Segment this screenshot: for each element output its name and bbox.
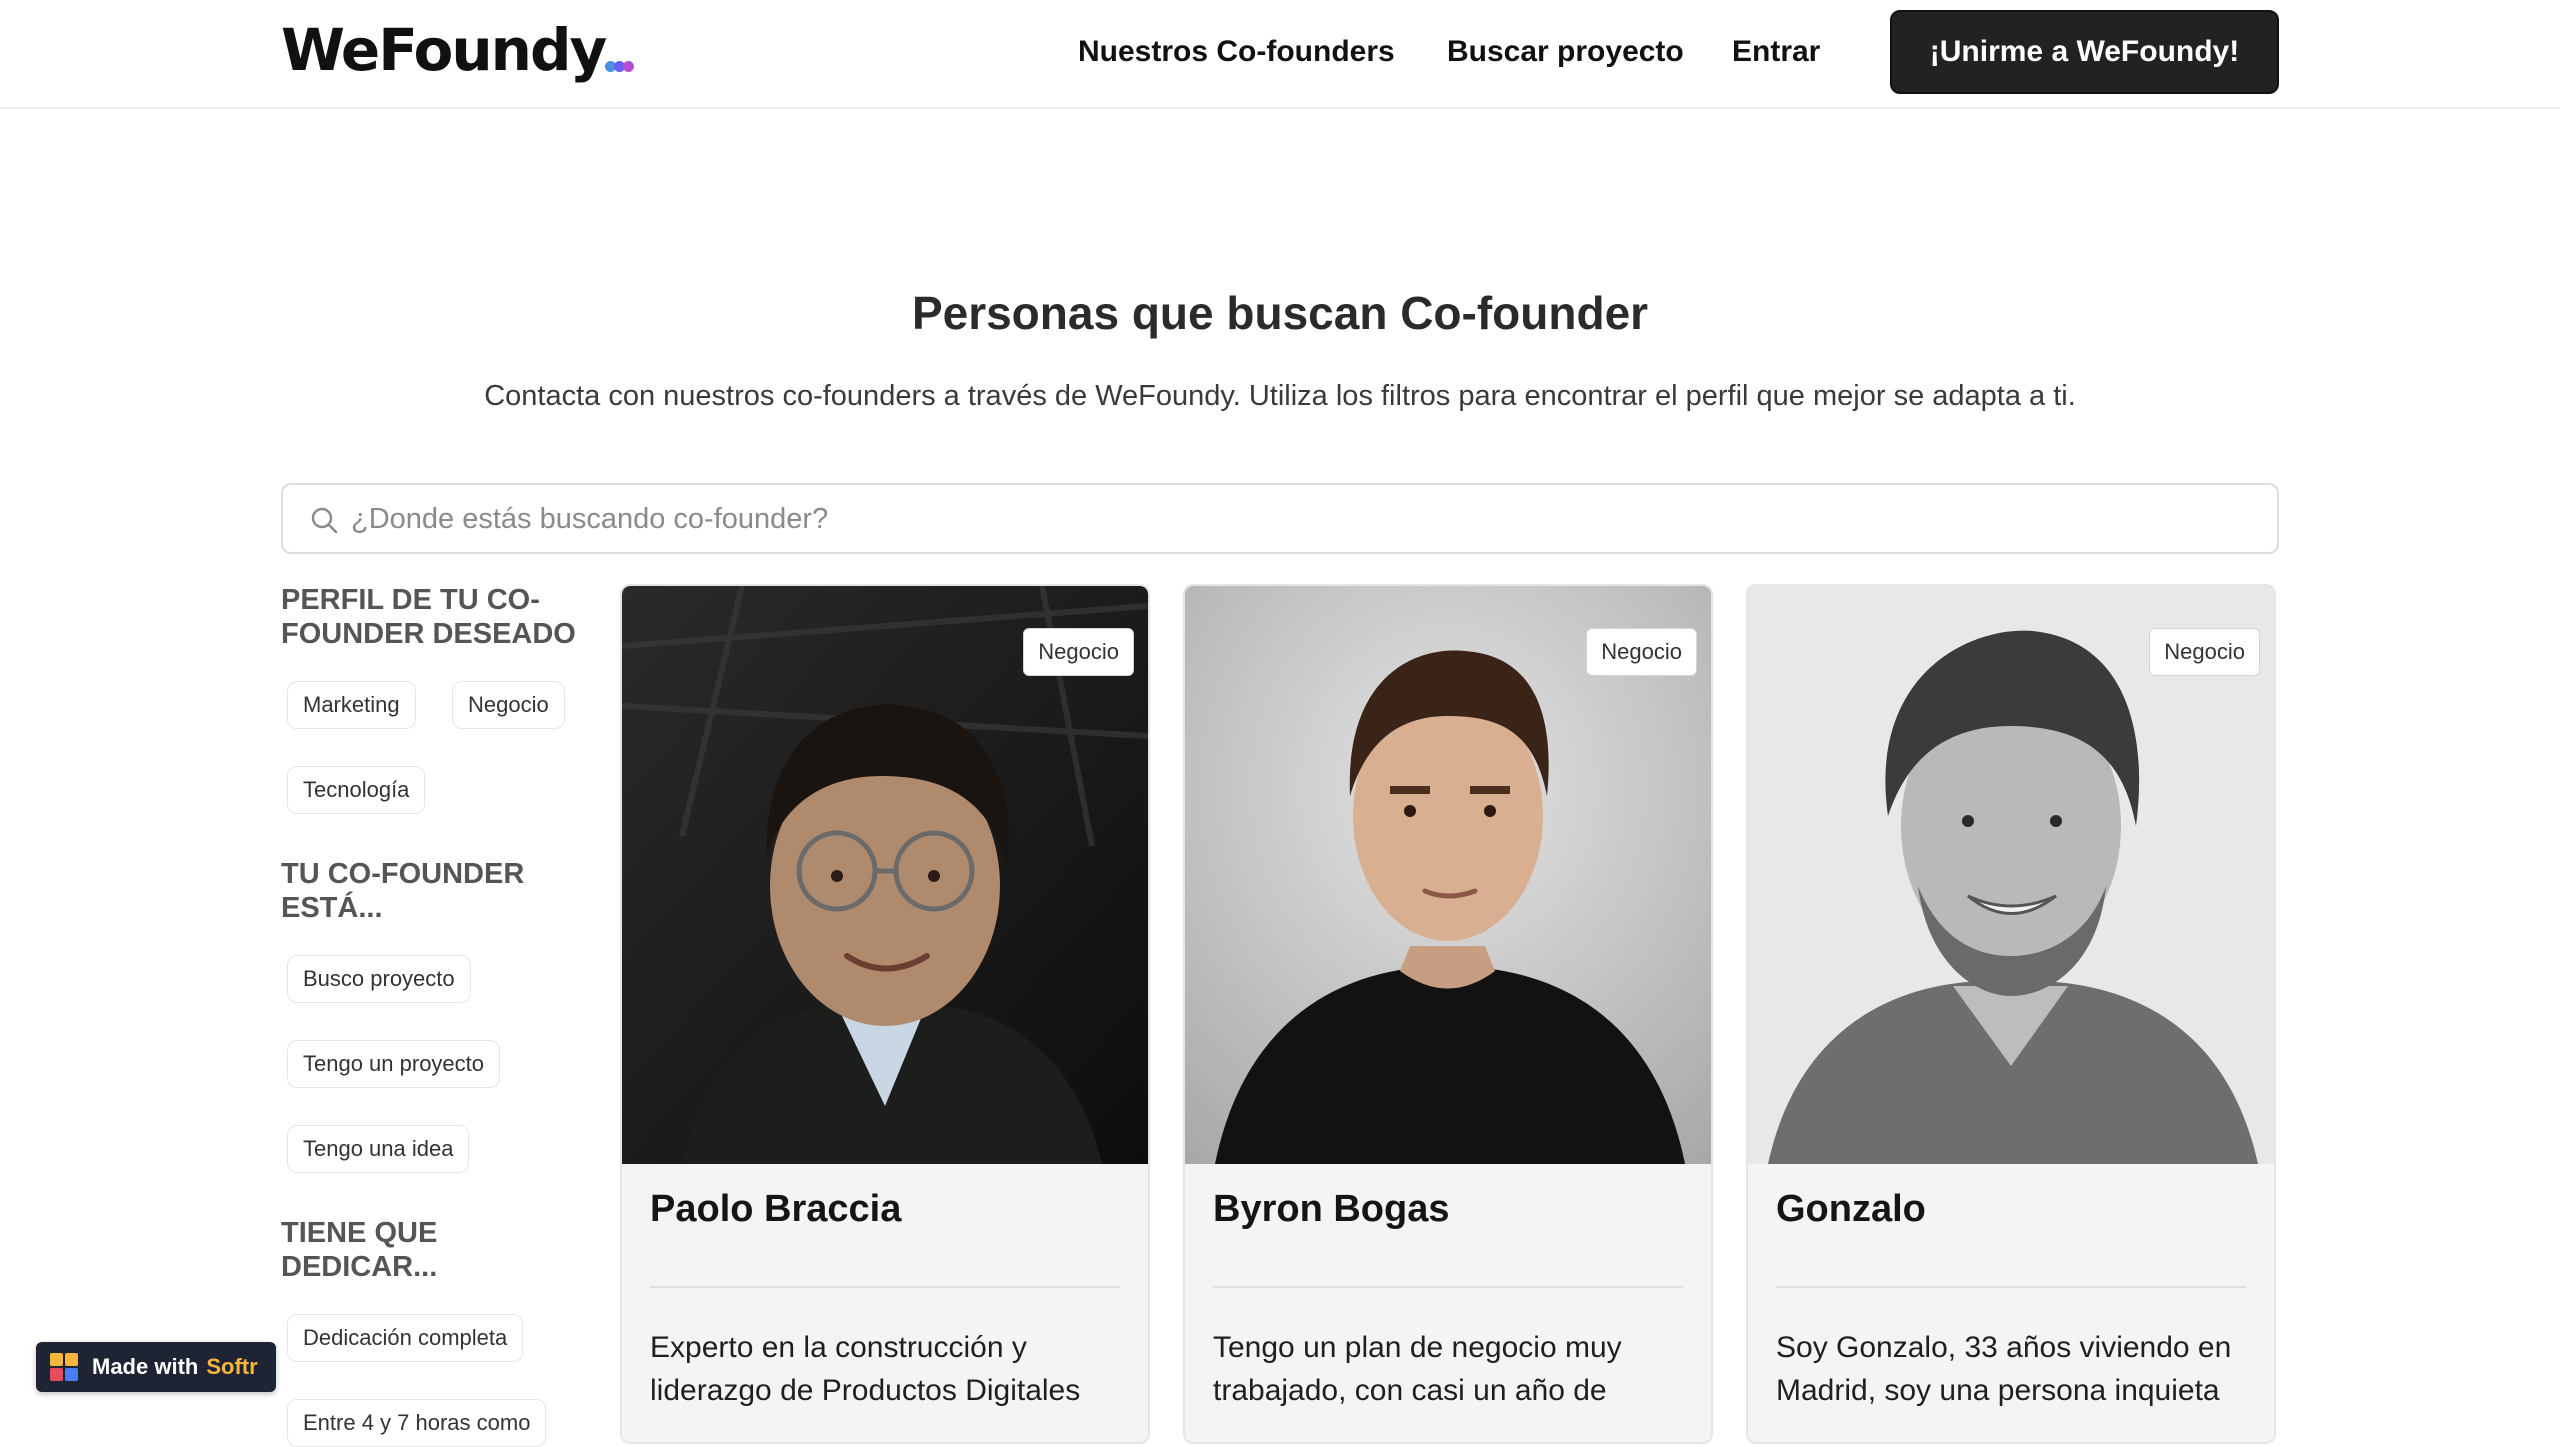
card-divider bbox=[1213, 1286, 1683, 1288]
made-with-label: Made with bbox=[92, 1354, 199, 1379]
cofounder-card[interactable]: Negocio Byron Bogas Tengo un plan de neg… bbox=[1183, 584, 1713, 1444]
filter-chip-entre-4-y-7-horas[interactable]: Entre 4 y 7 horas como bbox=[287, 1399, 547, 1447]
search-icon bbox=[311, 507, 338, 534]
cofounder-bio: Soy Gonzalo, 33 años viviendo en Madrid,… bbox=[1776, 1331, 2232, 1407]
search-input[interactable] bbox=[349, 485, 2253, 554]
join-wefoundy-button[interactable]: ¡Unirme a WeFoundy! bbox=[1890, 10, 2279, 94]
filter-chip-marketing[interactable]: Marketing bbox=[287, 681, 416, 729]
softr-logo-icon bbox=[50, 1353, 78, 1381]
filter-heading-perfil: PERFIL DE TU CO-FOUNDER DESEADO bbox=[281, 584, 576, 650]
card-divider bbox=[1776, 1286, 2246, 1288]
filter-chip-dedicacion-completa[interactable]: Dedicación completa bbox=[287, 1314, 524, 1362]
nav-link-entrar[interactable]: Entrar bbox=[1732, 30, 1820, 74]
cofounder-card[interactable]: Negocio Gonzalo Soy Gonzalo, 33 años viv… bbox=[1746, 584, 2276, 1444]
category-badge: Negocio bbox=[1586, 628, 1697, 676]
cofounder-name: Paolo Braccia bbox=[650, 1188, 902, 1230]
cofounder-name: Gonzalo bbox=[1776, 1188, 1926, 1230]
category-badge: Negocio bbox=[2149, 628, 2260, 676]
cofounder-card[interactable]: Negocio Paolo Braccia Experto en la cons… bbox=[620, 584, 1150, 1444]
page-title: Personas que buscan Co-founder bbox=[911, 287, 1649, 339]
filter-heading-dedicacion: TIENE QUE DEDICAR... bbox=[281, 1217, 438, 1283]
wefoundy-logo[interactable]: WeFoundy bbox=[281, 10, 635, 90]
made-with-softr-badge[interactable]: Made with Softr bbox=[36, 1342, 276, 1392]
logo-text: WeFoundy bbox=[281, 16, 607, 84]
filter-chip-negocio[interactable]: Negocio bbox=[452, 681, 565, 729]
page-subtitle: Contacta con nuestros co-founders a trav… bbox=[484, 380, 2076, 412]
cofounder-bio: Experto en la construcción y liderazgo d… bbox=[650, 1331, 1081, 1407]
logo-dots-icon bbox=[605, 61, 635, 72]
filter-chip-tecnologia[interactable]: Tecnología bbox=[287, 766, 426, 814]
card-divider bbox=[650, 1286, 1120, 1288]
top-navbar: WeFoundy Nuestros Co-founders Buscar pro… bbox=[0, 0, 2560, 109]
filter-chip-tengo-proyecto[interactable]: Tengo un proyecto bbox=[287, 1040, 501, 1088]
nav-link-buscar-proyecto[interactable]: Buscar proyecto bbox=[1447, 30, 1684, 74]
softr-brand-label: Softr bbox=[206, 1354, 258, 1379]
filter-chip-tengo-idea[interactable]: Tengo una idea bbox=[287, 1125, 470, 1173]
filter-heading-estado: TU CO-FOUNDER ESTÁ... bbox=[281, 858, 525, 924]
cofounder-name: Byron Bogas bbox=[1213, 1188, 1450, 1230]
filter-chip-busco-proyecto[interactable]: Busco proyecto bbox=[287, 955, 471, 1003]
search-bar[interactable] bbox=[281, 483, 2279, 554]
category-badge: Negocio bbox=[1023, 628, 1134, 676]
nav-link-cofounders[interactable]: Nuestros Co-founders bbox=[1078, 30, 1395, 74]
cofounder-bio: Tengo un plan de negocio muy trabajado, … bbox=[1213, 1331, 1622, 1407]
